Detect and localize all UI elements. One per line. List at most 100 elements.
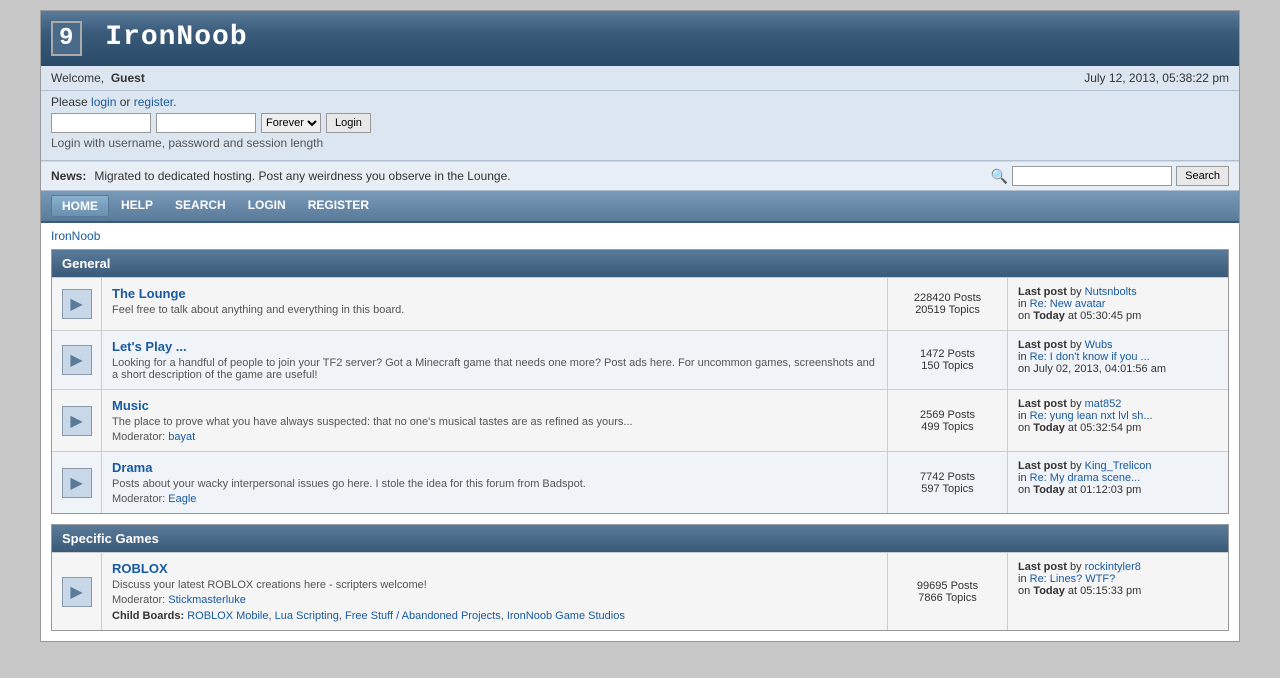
forum-topics-lounge: 20519 Topics bbox=[896, 304, 999, 316]
forum-name-drama[interactable]: Drama bbox=[112, 460, 152, 475]
forum-info-letsplay: Let's Play ... Looking for a handful of … bbox=[102, 331, 888, 389]
lastpost-thread-letsplay[interactable]: Re: I don't know if you ... bbox=[1030, 351, 1150, 363]
child-board-ironnoob-studios[interactable]: IronNoob Game Studios bbox=[507, 610, 625, 622]
forum-icon-lounge: ▶ bbox=[52, 278, 102, 330]
child-board-lua[interactable]: Lua Scripting bbox=[275, 610, 339, 622]
child-boards-roblox: Child Boards: ROBLOX Mobile, Lua Scripti… bbox=[112, 610, 877, 622]
session-hint: Login with username, password and sessio… bbox=[51, 136, 1229, 150]
breadcrumb-link[interactable]: IronNoob bbox=[51, 229, 100, 243]
forum-lastpost-letsplay: Last post by Wubs in Re: I don't know if… bbox=[1008, 331, 1228, 389]
specific-games-section: Specific Games ▶ ROBLOX Discuss your lat… bbox=[51, 524, 1229, 631]
forum-topics-roblox: 7866 Topics bbox=[896, 592, 999, 604]
forum-icon-box-roblox: ▶ bbox=[62, 577, 92, 607]
nav-bar: HOME HELP SEARCH LOGIN REGISTER bbox=[41, 191, 1239, 223]
forum-stats-letsplay: 1472 Posts 150 Topics bbox=[888, 331, 1008, 389]
forum-desc-roblox: Discuss your latest ROBLOX creations her… bbox=[112, 579, 877, 591]
forum-icon-box: ▶ bbox=[62, 289, 92, 319]
forum-icon-drama: ▶ bbox=[52, 452, 102, 513]
forum-desc-drama: Posts about your wacky interpersonal iss… bbox=[112, 478, 877, 490]
nav-register[interactable]: REGISTER bbox=[298, 195, 379, 217]
news-text: Migrated to dedicated hosting. Post any … bbox=[94, 169, 982, 183]
forum-icon-roblox: ▶ bbox=[52, 553, 102, 630]
forum-stats-drama: 7742 Posts 597 Topics bbox=[888, 452, 1008, 513]
forum-lastpost-music: Last post by mat852 in Re: yung lean nxt… bbox=[1008, 390, 1228, 451]
forum-stats-roblox: 99695 Posts 7866 Topics bbox=[888, 553, 1008, 630]
nav-login[interactable]: LOGIN bbox=[238, 195, 296, 217]
forum-icon-box-music: ▶ bbox=[62, 406, 92, 436]
forum-icon-box-drama: ▶ bbox=[62, 468, 92, 498]
search-button[interactable]: Search bbox=[1176, 166, 1229, 186]
forum-info-drama: Drama Posts about your wacky interperson… bbox=[102, 452, 888, 513]
forum-topics-drama: 597 Topics bbox=[896, 483, 999, 495]
forum-name-roblox[interactable]: ROBLOX bbox=[112, 561, 168, 576]
lastpost-thread-music[interactable]: Re: yung lean nxt lvl sh... bbox=[1030, 410, 1153, 422]
forum-moderator-drama: Moderator: Eagle bbox=[112, 493, 877, 505]
welcome-bar: Welcome, Guest July 12, 2013, 05:38:22 p… bbox=[41, 66, 1239, 91]
lastpost-user-lounge[interactable]: Nutsnbolts bbox=[1085, 286, 1137, 298]
forum-info-roblox: ROBLOX Discuss your latest ROBLOX creati… bbox=[102, 553, 888, 630]
username-input[interactable] bbox=[51, 113, 151, 133]
lastpost-thread-lounge[interactable]: Re: New avatar bbox=[1030, 298, 1106, 310]
breadcrumb: IronNoob bbox=[41, 223, 1239, 249]
forum-stats-lounge: 228420 Posts 20519 Topics bbox=[888, 278, 1008, 330]
forum-name-lounge[interactable]: The Lounge bbox=[112, 286, 186, 301]
site-header: 9 IronNoob bbox=[41, 11, 1239, 66]
forum-posts-lounge: 228420 Posts bbox=[896, 292, 999, 304]
forum-desc-lounge: Feel free to talk about anything and eve… bbox=[112, 304, 877, 316]
forum-info-lounge: The Lounge Feel free to talk about anyth… bbox=[102, 278, 888, 330]
forum-icon-music: ▶ bbox=[52, 390, 102, 451]
forum-row-music: ▶ Music The place to prove what you have… bbox=[52, 389, 1228, 451]
lastpost-thread-drama[interactable]: Re: My drama scene... bbox=[1030, 472, 1141, 484]
moderator-link-drama[interactable]: Eagle bbox=[168, 493, 196, 505]
session-select[interactable]: Forever bbox=[261, 113, 321, 133]
forum-posts-roblox: 99695 Posts bbox=[896, 580, 999, 592]
forum-row-letsplay: ▶ Let's Play ... Looking for a handful o… bbox=[52, 330, 1228, 389]
forum-moderator-roblox: Moderator: Stickmasterluke bbox=[112, 594, 877, 606]
logo-icon: 9 bbox=[51, 21, 82, 56]
forum-stats-music: 2569 Posts 499 Topics bbox=[888, 390, 1008, 451]
lastpost-user-letsplay[interactable]: Wubs bbox=[1085, 339, 1113, 351]
forum-name-music[interactable]: Music bbox=[112, 398, 149, 413]
nav-help[interactable]: HELP bbox=[111, 195, 163, 217]
forum-row-lounge: ▶ The Lounge Feel free to talk about any… bbox=[52, 277, 1228, 330]
moderator-link-roblox[interactable]: Stickmasterluke bbox=[168, 594, 246, 606]
lastpost-user-music[interactable]: mat852 bbox=[1085, 398, 1122, 410]
password-input[interactable] bbox=[156, 113, 256, 133]
forum-desc-letsplay: Looking for a handful of people to join … bbox=[112, 357, 877, 381]
search-magnifier-icon: 🔍 bbox=[991, 168, 1008, 185]
login-bar: Please login or register. Forever Login … bbox=[41, 91, 1239, 161]
forum-icon-box-lp: ▶ bbox=[62, 345, 92, 375]
moderator-link-music[interactable]: bayat bbox=[168, 431, 195, 443]
welcome-text: Welcome, Guest bbox=[51, 71, 145, 85]
general-section: General ▶ The Lounge Feel free to talk a… bbox=[51, 249, 1229, 514]
general-section-header: General bbox=[52, 250, 1228, 277]
search-input[interactable] bbox=[1012, 166, 1172, 186]
forum-desc-music: The place to prove what you have always … bbox=[112, 416, 877, 428]
forum-row-drama: ▶ Drama Posts about your wacky interpers… bbox=[52, 451, 1228, 513]
forum-posts-music: 2569 Posts bbox=[896, 409, 999, 421]
news-bar: News: Migrated to dedicated hosting. Pos… bbox=[41, 161, 1239, 191]
lastpost-user-roblox[interactable]: rockintyler8 bbox=[1085, 561, 1141, 573]
specific-games-header: Specific Games bbox=[52, 525, 1228, 552]
lastpost-thread-roblox[interactable]: Re: Lines? WTF? bbox=[1030, 573, 1116, 585]
child-board-free-stuff[interactable]: Free Stuff / Abandoned Projects bbox=[345, 610, 501, 622]
register-link[interactable]: register bbox=[134, 95, 173, 109]
forum-lastpost-lounge: Last post by Nutsnbolts in Re: New avata… bbox=[1008, 278, 1228, 330]
forum-topics-music: 499 Topics bbox=[896, 421, 999, 433]
nav-search[interactable]: SEARCH bbox=[165, 195, 236, 217]
login-form: Forever Login bbox=[51, 113, 1229, 133]
forum-icon-letsplay: ▶ bbox=[52, 331, 102, 389]
welcome-prefix: Welcome, bbox=[51, 71, 104, 85]
nav-home[interactable]: HOME bbox=[51, 195, 109, 217]
forum-name-letsplay[interactable]: Let's Play ... bbox=[112, 339, 187, 354]
search-area: 🔍 Search bbox=[991, 166, 1229, 186]
site-logo: 9 IronNoob bbox=[51, 21, 248, 56]
forum-moderator-music: Moderator: bayat bbox=[112, 431, 877, 443]
login-link[interactable]: login bbox=[91, 95, 116, 109]
child-board-roblox-mobile[interactable]: ROBLOX Mobile bbox=[187, 610, 268, 622]
login-button[interactable]: Login bbox=[326, 113, 371, 133]
forum-lastpost-drama: Last post by King_Trelicon in Re: My dra… bbox=[1008, 452, 1228, 513]
welcome-user: Guest bbox=[111, 71, 145, 85]
forum-posts-letsplay: 1472 Posts bbox=[896, 348, 999, 360]
lastpost-user-drama[interactable]: King_Trelicon bbox=[1085, 460, 1152, 472]
